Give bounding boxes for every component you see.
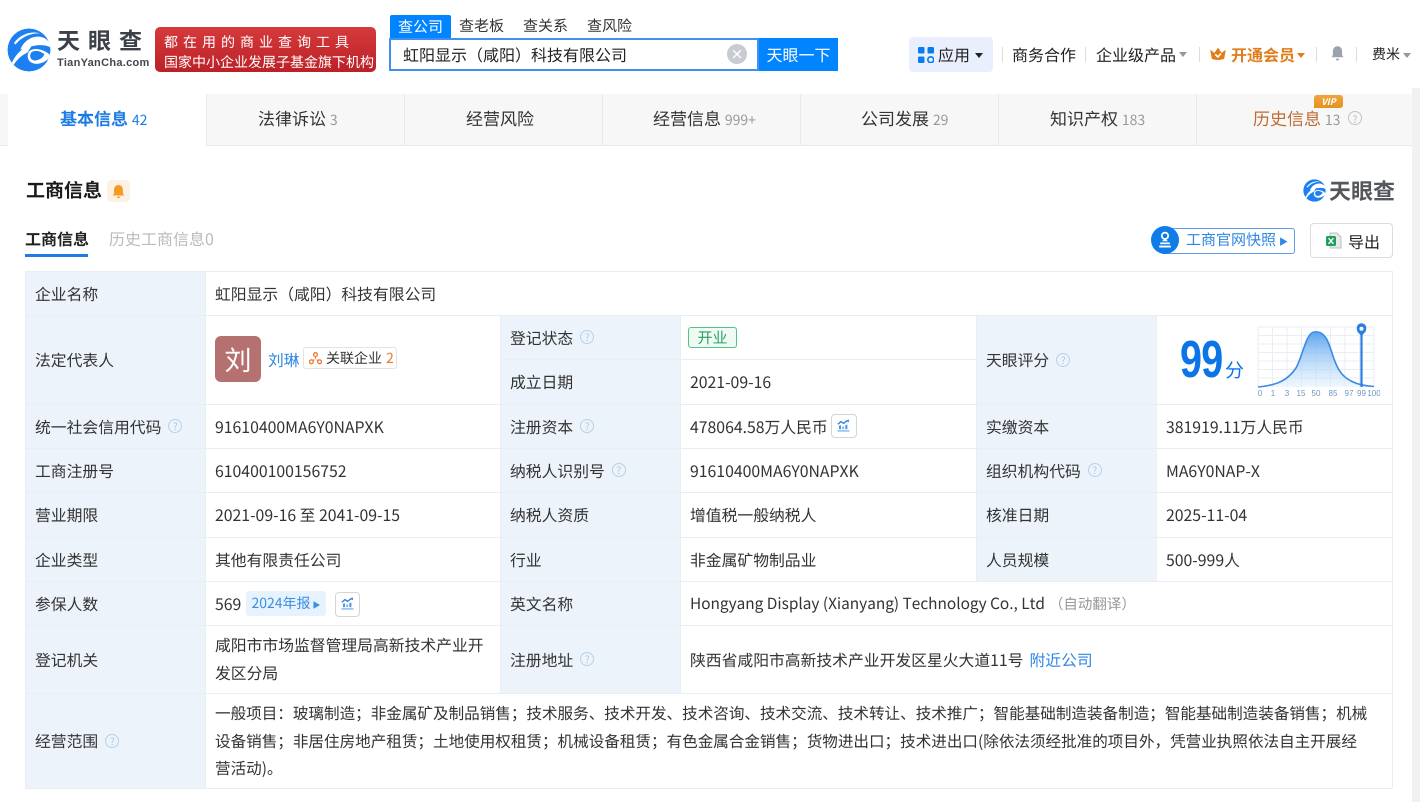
- svg-text:3: 3: [1285, 389, 1290, 398]
- svg-text:15: 15: [1297, 389, 1306, 398]
- svg-text:1: 1: [1271, 389, 1276, 398]
- svg-text:99: 99: [1357, 389, 1366, 398]
- svg-text:100: 100: [1367, 389, 1380, 398]
- svg-text:85: 85: [1329, 389, 1338, 398]
- svg-text:50: 50: [1312, 389, 1321, 398]
- svg-text:97: 97: [1345, 389, 1354, 398]
- svg-text:0: 0: [1258, 389, 1263, 398]
